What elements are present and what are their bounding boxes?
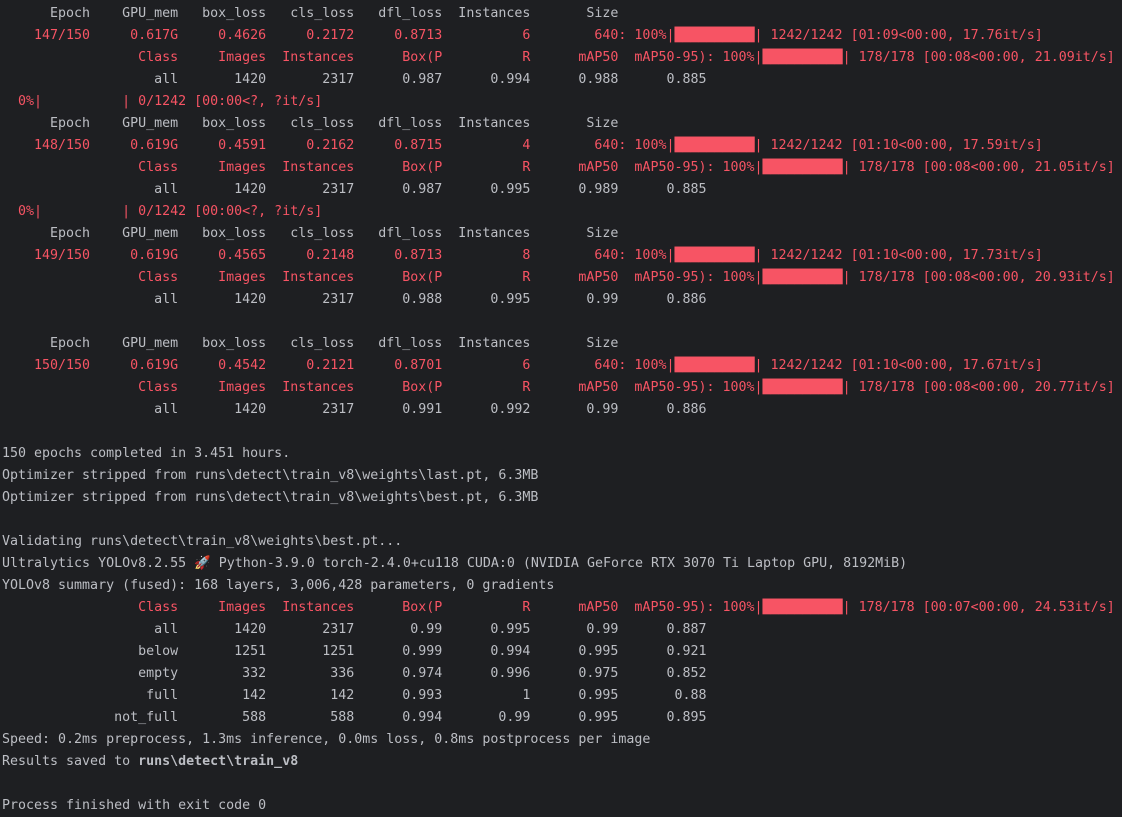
- results-saved-label: Results saved to: [2, 754, 139, 769]
- console-line: Optimizer stripped from runs\detect\trai…: [2, 490, 539, 505]
- console-line: Ultralytics YOLOv8.2.55 🚀 Python-3.9.0 t…: [2, 556, 908, 571]
- console-line: Epoch GPU_mem box_loss cls_loss dfl_loss…: [2, 336, 619, 351]
- console-line: 0%| | 0/1242 [00:00<?, ?it/s]: [2, 94, 323, 109]
- console-line: full 142 142 0.993 1 0.995 0.88: [2, 688, 707, 703]
- console-line: all 1420 2317 0.987 0.994 0.988 0.885: [2, 72, 707, 87]
- console-line: all 1420 2317 0.99 0.995 0.99 0.887: [2, 622, 707, 637]
- console-line: 149/150 0.619G 0.4565 0.2148 0.8713 8 64…: [2, 248, 1043, 263]
- console-line: all 1420 2317 0.988 0.995 0.99 0.886: [2, 292, 707, 307]
- console-line: Class Images Instances Box(P R mAP50 mAP…: [2, 50, 1115, 65]
- run-console-output: Epoch GPU_mem box_loss cls_loss dfl_loss…: [0, 0, 1122, 817]
- console-line: 0%| | 0/1242 [00:00<?, ?it/s]: [2, 204, 323, 219]
- console-line: Class Images Instances Box(P R mAP50 mAP…: [2, 600, 1115, 615]
- console-line: Class Images Instances Box(P R mAP50 mAP…: [2, 270, 1115, 285]
- results-saved-path[interactable]: runs\detect\train_v8: [138, 754, 298, 769]
- console-line: Class Images Instances Box(P R mAP50 mAP…: [2, 380, 1115, 395]
- console-line: Results saved to runs\detect\train_v8: [2, 751, 1122, 773]
- console-line: Epoch GPU_mem box_loss cls_loss dfl_loss…: [2, 6, 619, 21]
- console-line: 150 epochs completed in 3.451 hours.: [2, 446, 291, 461]
- console-line: YOLOv8 summary (fused): 168 layers, 3,00…: [2, 578, 555, 593]
- console-line: below 1251 1251 0.999 0.994 0.995 0.921: [2, 644, 707, 659]
- console-line: 150/150 0.619G 0.4542 0.2121 0.8701 6 64…: [2, 358, 1043, 373]
- console-line: Speed: 0.2ms preprocess, 1.3ms inference…: [2, 732, 651, 747]
- console-line: Validating runs\detect\train_v8\weights\…: [2, 534, 403, 549]
- console-line: empty 332 336 0.974 0.996 0.975 0.852: [2, 666, 707, 681]
- console-line: Process finished with exit code 0: [2, 798, 267, 813]
- console-line: not_full 588 588 0.994 0.99 0.995 0.895: [2, 710, 707, 725]
- console-line: Optimizer stripped from runs\detect\trai…: [2, 468, 539, 483]
- console-line: all 1420 2317 0.987 0.995 0.989 0.885: [2, 182, 707, 197]
- console-line: Epoch GPU_mem box_loss cls_loss dfl_loss…: [2, 116, 619, 131]
- console-line: all 1420 2317 0.991 0.992 0.99 0.886: [2, 402, 707, 417]
- console-line: 148/150 0.619G 0.4591 0.2162 0.8715 4 64…: [2, 138, 1043, 153]
- console-line: Class Images Instances Box(P R mAP50 mAP…: [2, 160, 1115, 175]
- console-line: 147/150 0.617G 0.4626 0.2172 0.8713 6 64…: [2, 28, 1043, 43]
- console-line: Epoch GPU_mem box_loss cls_loss dfl_loss…: [2, 226, 619, 241]
